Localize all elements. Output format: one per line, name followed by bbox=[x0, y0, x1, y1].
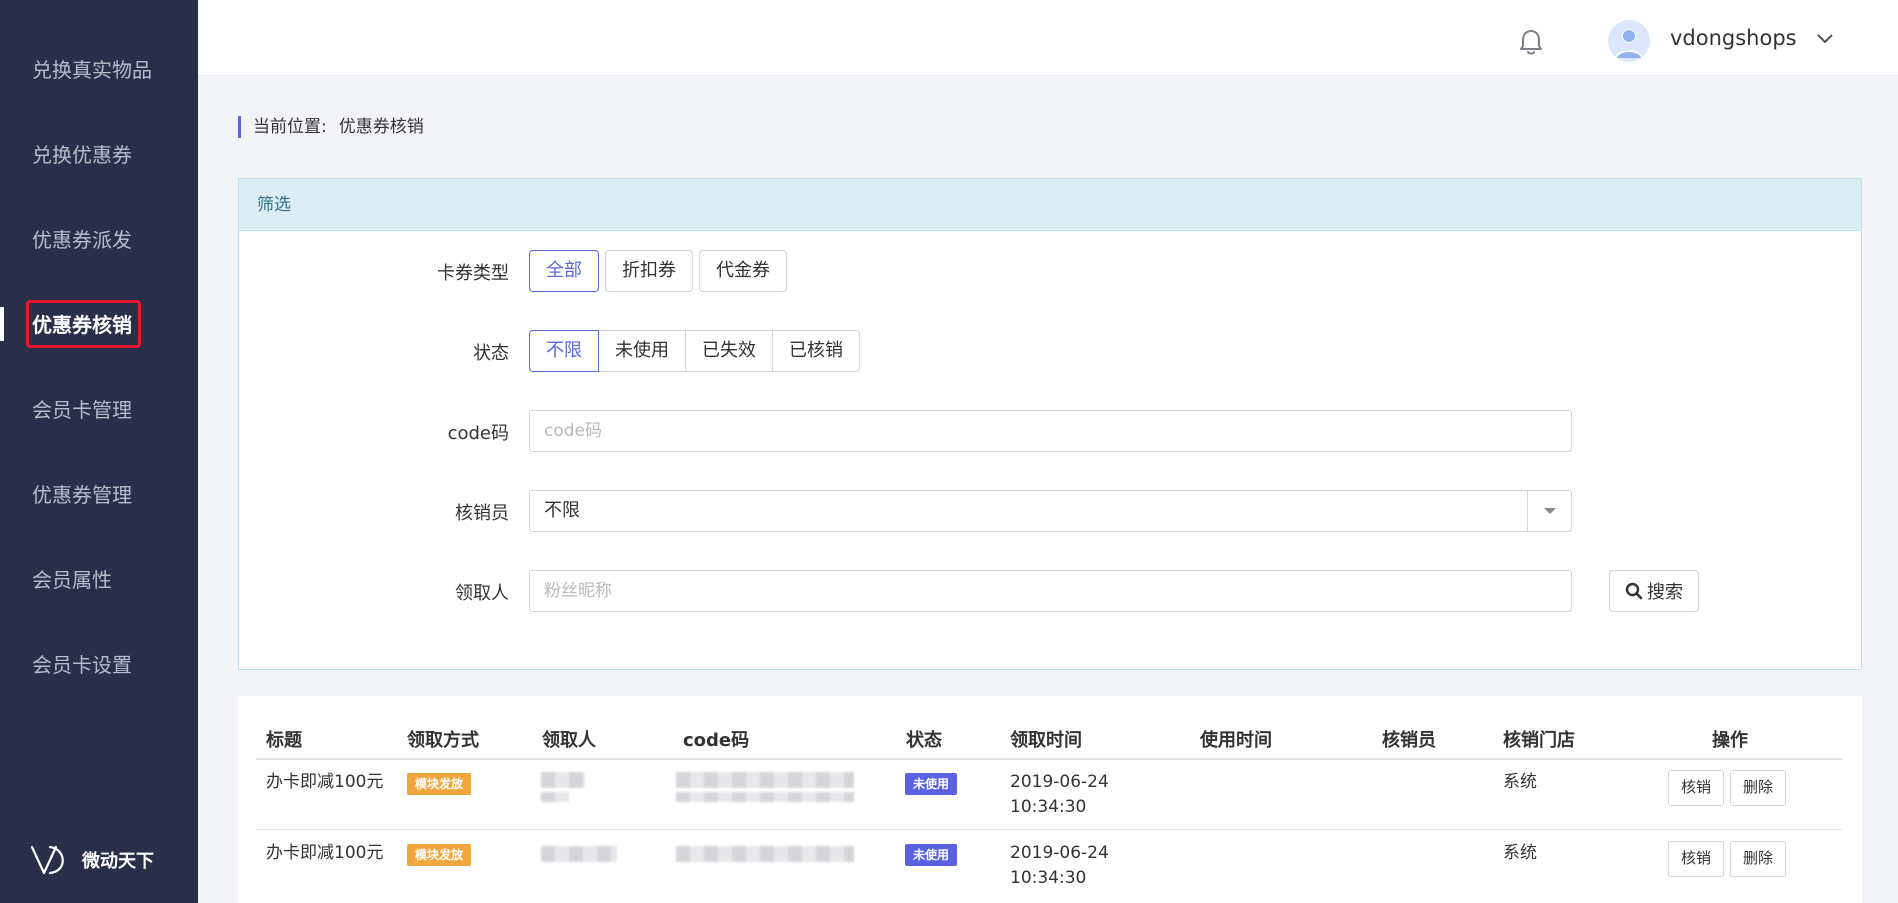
avatar[interactable] bbox=[1608, 20, 1650, 62]
row-title: 办卡即减100元 bbox=[266, 843, 384, 863]
brand-logo-icon bbox=[30, 845, 64, 875]
row-divider bbox=[256, 829, 1842, 830]
column-header-receiver: 领取人 bbox=[542, 730, 596, 751]
verify-store: 系统 bbox=[1503, 772, 1537, 792]
verify-button[interactable]: 核销 bbox=[1668, 841, 1725, 877]
breadcrumb-prefix: 当前位置: bbox=[253, 117, 327, 137]
table-header-divider bbox=[256, 758, 1842, 760]
card-type-discount-button[interactable]: 折扣券 bbox=[605, 250, 693, 292]
column-header-store: 核销门店 bbox=[1503, 730, 1575, 751]
method-badge: 模块发放 bbox=[407, 773, 472, 795]
breadcrumb: 当前位置: 优惠券核销 bbox=[238, 116, 424, 138]
code-label: code码 bbox=[447, 423, 509, 444]
bell-icon[interactable] bbox=[1518, 28, 1544, 60]
verify-store: 系统 bbox=[1503, 843, 1537, 863]
receiver-redacted bbox=[541, 846, 617, 862]
verify-button[interactable]: 核销 bbox=[1668, 770, 1725, 806]
receiver-label: 领取人 bbox=[455, 583, 509, 604]
chevron-down-icon[interactable] bbox=[1816, 30, 1834, 49]
column-header-code: code码 bbox=[683, 730, 750, 751]
receive-time: 10:34:30 bbox=[1010, 868, 1087, 888]
coupon-table: 标题 领取方式 领取人 code码 状态 领取时间 使用时间 核销员 核销门店 … bbox=[238, 696, 1862, 903]
status-any-button[interactable]: 不限 bbox=[529, 330, 599, 372]
column-header-receive-time: 领取时间 bbox=[1010, 730, 1082, 751]
delete-button[interactable]: 删除 bbox=[1730, 770, 1787, 806]
sidebar-item-redeem-coupon[interactable]: 兑换优惠券 bbox=[0, 130, 198, 180]
sidebar-item-redeem-goods[interactable]: 兑换真实物品 bbox=[0, 45, 198, 95]
receiver-redacted bbox=[541, 792, 569, 802]
receive-date: 2019-06-24 bbox=[1010, 772, 1109, 792]
code-input[interactable] bbox=[529, 410, 1572, 452]
sidebar-item-membercard-manage[interactable]: 会员卡管理 bbox=[0, 385, 198, 435]
sidebar-item-coupon-distribute[interactable]: 优惠券派发 bbox=[0, 215, 198, 265]
sidebar-item-coupon-verify[interactable]: 优惠券核销 bbox=[0, 300, 198, 350]
status-expired-button[interactable]: 已失效 bbox=[685, 330, 773, 372]
breadcrumb-current: 优惠券核销 bbox=[338, 117, 424, 137]
column-header-verifier: 核销员 bbox=[1382, 730, 1436, 751]
card-type-all-button[interactable]: 全部 bbox=[529, 250, 599, 292]
verifier-select[interactable]: 不限 bbox=[529, 490, 1572, 532]
code-redacted bbox=[676, 772, 854, 788]
status-unused-button[interactable]: 未使用 bbox=[598, 330, 686, 372]
search-button-label: 搜索 bbox=[1647, 582, 1683, 603]
status-options: 不限 未使用 已失效 已核销 bbox=[529, 330, 860, 372]
search-icon bbox=[1625, 582, 1643, 600]
column-header-actions: 操作 bbox=[1712, 730, 1748, 751]
sidebar-item-coupon-manage[interactable]: 优惠券管理 bbox=[0, 470, 198, 520]
verifier-select-value: 不限 bbox=[544, 500, 580, 521]
top-bar: vdongshops bbox=[198, 0, 1898, 76]
column-header-status: 状态 bbox=[906, 730, 942, 751]
username[interactable]: vdongshops bbox=[1670, 26, 1797, 50]
column-header-title: 标题 bbox=[266, 730, 302, 751]
delete-button[interactable]: 删除 bbox=[1730, 841, 1787, 877]
sidebar: 兑换真实物品 兑换优惠券 优惠券派发 优惠券核销 会员卡管理 优惠券管理 会员属… bbox=[0, 0, 198, 903]
filter-panel: 筛选 卡券类型 全部 折扣券 代金券 状态 不限 未使用 已失效 已核销 cod… bbox=[238, 178, 1862, 670]
sidebar-item-membercard-settings[interactable]: 会员卡设置 bbox=[0, 640, 198, 690]
status-label: 状态 bbox=[473, 343, 509, 364]
code-redacted bbox=[676, 846, 854, 862]
brand-name: 微动天下 bbox=[82, 851, 154, 872]
column-header-method: 领取方式 bbox=[407, 730, 479, 751]
filter-title: 筛选 bbox=[239, 179, 1861, 231]
card-type-options: 全部 折扣券 代金券 bbox=[529, 250, 793, 292]
user-avatar-icon bbox=[1615, 29, 1643, 58]
sidebar-item-member-attributes[interactable]: 会员属性 bbox=[0, 555, 198, 605]
brand-logo: 微动天下 bbox=[30, 843, 154, 877]
receiver-input[interactable] bbox=[529, 570, 1572, 612]
status-badge: 未使用 bbox=[905, 773, 958, 795]
card-type-label: 卡券类型 bbox=[437, 263, 509, 284]
column-header-use-time: 使用时间 bbox=[1200, 730, 1272, 751]
status-badge: 未使用 bbox=[905, 844, 958, 866]
receive-date: 2019-06-24 bbox=[1010, 843, 1109, 863]
row-title: 办卡即减100元 bbox=[266, 772, 384, 792]
code-redacted bbox=[676, 792, 854, 802]
method-badge: 模块发放 bbox=[407, 844, 472, 866]
receive-time: 10:34:30 bbox=[1010, 797, 1087, 817]
verifier-label: 核销员 bbox=[455, 503, 509, 524]
caret-down-icon[interactable] bbox=[1527, 491, 1571, 531]
card-type-voucher-button[interactable]: 代金券 bbox=[699, 250, 787, 292]
search-button[interactable]: 搜索 bbox=[1609, 570, 1699, 612]
receiver-redacted bbox=[541, 772, 585, 788]
status-verified-button[interactable]: 已核销 bbox=[772, 330, 860, 372]
